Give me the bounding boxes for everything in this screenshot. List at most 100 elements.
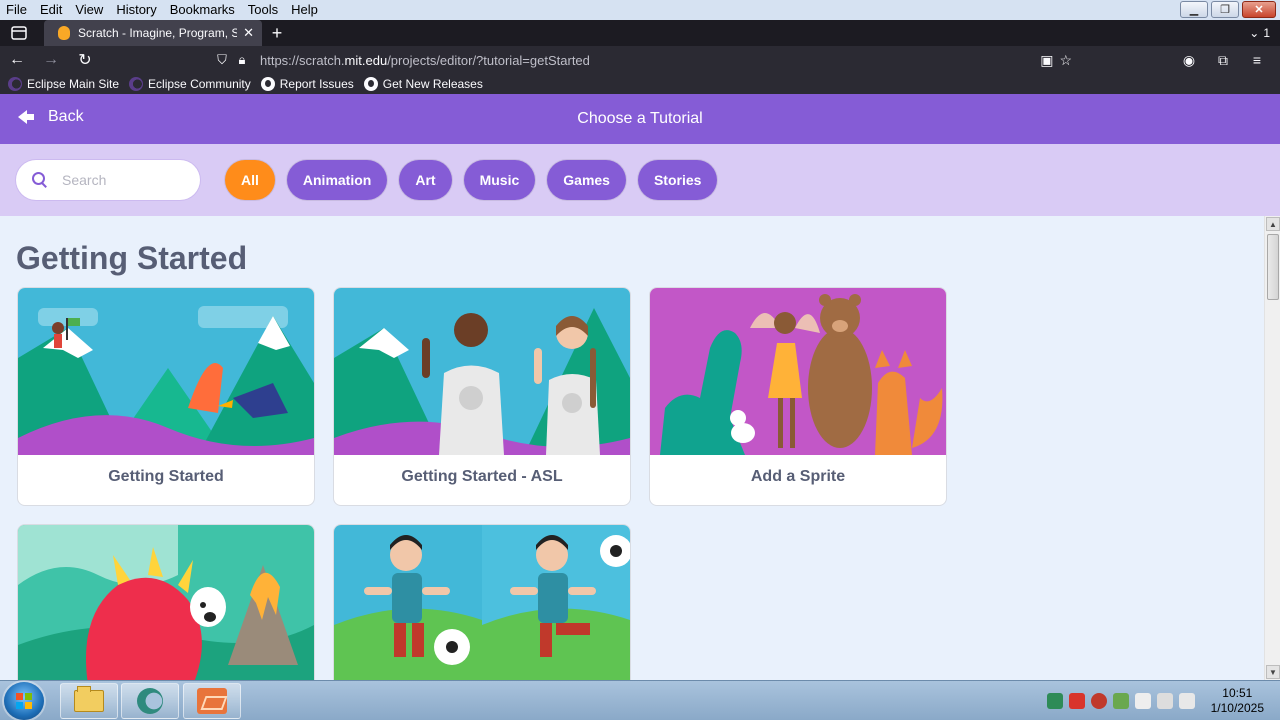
bookmark-label: Eclipse Main Site bbox=[27, 77, 120, 91]
account-icon[interactable]: ◉ bbox=[1172, 46, 1206, 74]
taskbar-firefox[interactable] bbox=[183, 683, 241, 719]
firefox-view-button[interactable] bbox=[0, 20, 38, 46]
close-window-button[interactable]: ✕ bbox=[1242, 1, 1276, 18]
tutorial-header: Back Choose a Tutorial bbox=[0, 94, 1280, 144]
tab-overflow-button[interactable]: ⌄ 1 bbox=[1249, 20, 1270, 46]
search-tool-icon[interactable] bbox=[1090, 693, 1107, 709]
forward-arrow-icon[interactable]: → bbox=[34, 46, 68, 74]
update-icon[interactable] bbox=[1112, 693, 1129, 709]
bookmark-eclipse-main[interactable]: Eclipse Main Site bbox=[8, 77, 119, 91]
shield-icon[interactable]: ⛉ bbox=[212, 52, 232, 68]
network-icon[interactable] bbox=[1156, 693, 1173, 709]
scrollbar-thumb[interactable] bbox=[1267, 234, 1279, 300]
tutorial-card-getting-started-asl[interactable]: Getting Started - ASL bbox=[333, 287, 631, 506]
taskbar-explorer[interactable] bbox=[60, 683, 118, 719]
extensions-icon[interactable]: ⧉ bbox=[1206, 46, 1240, 74]
scroll-up-icon[interactable]: ▲ bbox=[1266, 217, 1280, 231]
tab-scratch[interactable]: Scratch - Imagine, Program, Sha ✕ bbox=[44, 20, 262, 46]
app-icon bbox=[197, 688, 227, 714]
github-icon bbox=[363, 77, 378, 91]
nav-bar: ← → ↻ ⛉ 🔒︎ https://scratch.mit.edu/proje… bbox=[0, 46, 1280, 74]
clock-date: 1/10/2025 bbox=[1210, 701, 1264, 715]
minimize-button[interactable]: ▁ bbox=[1180, 1, 1208, 18]
menu-help[interactable]: Help bbox=[285, 0, 325, 20]
tab-title: Scratch - Imagine, Program, Sha bbox=[78, 26, 238, 40]
taskbar-eclipse[interactable] bbox=[121, 683, 179, 719]
lock-icon[interactable]: 🔒︎ bbox=[232, 52, 252, 68]
bookmark-eclipse-community[interactable]: Eclipse Community bbox=[129, 77, 251, 91]
scratch-favicon-icon bbox=[58, 26, 70, 40]
menu-history[interactable]: History bbox=[110, 0, 163, 20]
tutorial-card-title: Getting Started bbox=[108, 468, 224, 485]
folder-icon bbox=[74, 686, 104, 712]
chevron-down-icon: ⌄ bbox=[1249, 26, 1260, 40]
bookmark-report-issues[interactable]: Report Issues bbox=[260, 77, 354, 91]
tutorial-thumbnail bbox=[18, 288, 314, 455]
bookmarks-bar: Eclipse Main Site Eclipse Community Repo… bbox=[0, 74, 1280, 94]
tab-bar: Scratch - Imagine, Program, Sha ✕ + ⌄ 1 bbox=[0, 20, 1280, 46]
filter-bar: All Animation Art Music Games Stories bbox=[0, 144, 1280, 216]
menu-bar: File Edit View History Bookmarks Tools H… bbox=[0, 0, 1280, 20]
filter-art[interactable]: Art bbox=[399, 160, 452, 200]
tutorial-card-title: Add a Sprite bbox=[750, 468, 846, 485]
system-tray: 10:51 1/10/2025 bbox=[1046, 681, 1264, 720]
tutorial-library-page: Back Choose a Tutorial All Animation Art… bbox=[0, 94, 1280, 680]
tutorial-card-add-a-sprite[interactable]: Add a Sprite bbox=[649, 287, 947, 506]
menu-bookmarks[interactable]: Bookmarks bbox=[164, 0, 242, 20]
menu-view[interactable]: View bbox=[69, 0, 110, 20]
menu-edit[interactable]: Edit bbox=[34, 0, 69, 20]
bookmark-label: Get New Releases bbox=[382, 77, 483, 91]
tutorial-thumbnail bbox=[650, 288, 946, 455]
filter-animation[interactable]: Animation bbox=[286, 160, 388, 200]
clock-time: 10:51 bbox=[1222, 686, 1253, 700]
search-icon bbox=[32, 172, 48, 188]
filter-tags: All Animation Art Music Games Stories bbox=[225, 160, 718, 200]
volume-icon[interactable] bbox=[1178, 693, 1195, 709]
reload-icon[interactable]: ↻ bbox=[68, 46, 102, 74]
filter-stories[interactable]: Stories bbox=[637, 160, 718, 200]
toolbar-right: ◉ ⧉ ≡ bbox=[1172, 46, 1274, 74]
url-bar[interactable]: ⛉ 🔒︎ https://scratch.mit.edu/projects/ed… bbox=[212, 46, 1072, 74]
flag-icon[interactable] bbox=[1134, 693, 1151, 709]
tutorial-thumbnail bbox=[18, 525, 314, 680]
firefox-view-icon bbox=[11, 26, 27, 40]
menu-tools[interactable]: Tools bbox=[242, 0, 285, 20]
vertical-scrollbar[interactable]: ▲ ▼ bbox=[1264, 216, 1280, 680]
eclipse-icon bbox=[137, 688, 163, 714]
eclipse-icon bbox=[8, 77, 22, 91]
tab-close-icon[interactable]: ✕ bbox=[243, 25, 254, 41]
translate-icon[interactable]: ▣ bbox=[1040, 52, 1053, 69]
security-icon[interactable] bbox=[1068, 693, 1085, 709]
bookmark-label: Report Issues bbox=[279, 77, 354, 91]
filter-all[interactable]: All bbox=[225, 160, 275, 200]
tutorial-grid: Getting Started Getting Started Getting … bbox=[0, 216, 1264, 680]
windows-logo-icon bbox=[16, 693, 32, 709]
bookmark-get-new-releases[interactable]: Get New Releases bbox=[363, 77, 483, 91]
tutorial-card-title: Getting Started - ASL bbox=[401, 468, 563, 485]
clock[interactable]: 10:51 1/10/2025 bbox=[1211, 686, 1264, 716]
scroll-down-icon[interactable]: ▼ bbox=[1266, 665, 1280, 679]
eclipse-icon bbox=[129, 77, 144, 91]
hamburger-menu-icon[interactable]: ≡ bbox=[1240, 46, 1274, 74]
tutorial-card-getting-started[interactable]: Getting Started bbox=[17, 287, 315, 506]
search-box[interactable] bbox=[16, 160, 200, 200]
page-title: Choose a Tutorial bbox=[577, 110, 703, 127]
window-controls: ▁ ❐ ✕ bbox=[1180, 1, 1276, 18]
tab-count: 1 bbox=[1263, 26, 1270, 40]
restore-button[interactable]: ❐ bbox=[1211, 1, 1239, 18]
filter-games[interactable]: Games bbox=[547, 160, 626, 200]
windows-taskbar: 10:51 1/10/2025 bbox=[0, 680, 1280, 720]
bookmark-star-icon[interactable]: ☆ bbox=[1059, 52, 1072, 69]
back-arrow-icon[interactable]: ← bbox=[0, 46, 34, 74]
tutorial-card-4[interactable] bbox=[17, 524, 315, 680]
new-tab-button[interactable]: + bbox=[262, 20, 292, 46]
start-button[interactable] bbox=[4, 682, 44, 720]
menu-file[interactable]: File bbox=[0, 0, 34, 20]
network-app-icon[interactable] bbox=[1046, 693, 1063, 709]
url-text[interactable]: https://scratch.mit.edu/projects/editor/… bbox=[260, 53, 590, 68]
filter-music[interactable]: Music bbox=[463, 160, 536, 200]
search-input[interactable] bbox=[62, 172, 182, 188]
github-icon bbox=[260, 77, 275, 91]
tutorial-thumbnail bbox=[334, 288, 630, 455]
tutorial-card-5[interactable] bbox=[333, 524, 631, 680]
